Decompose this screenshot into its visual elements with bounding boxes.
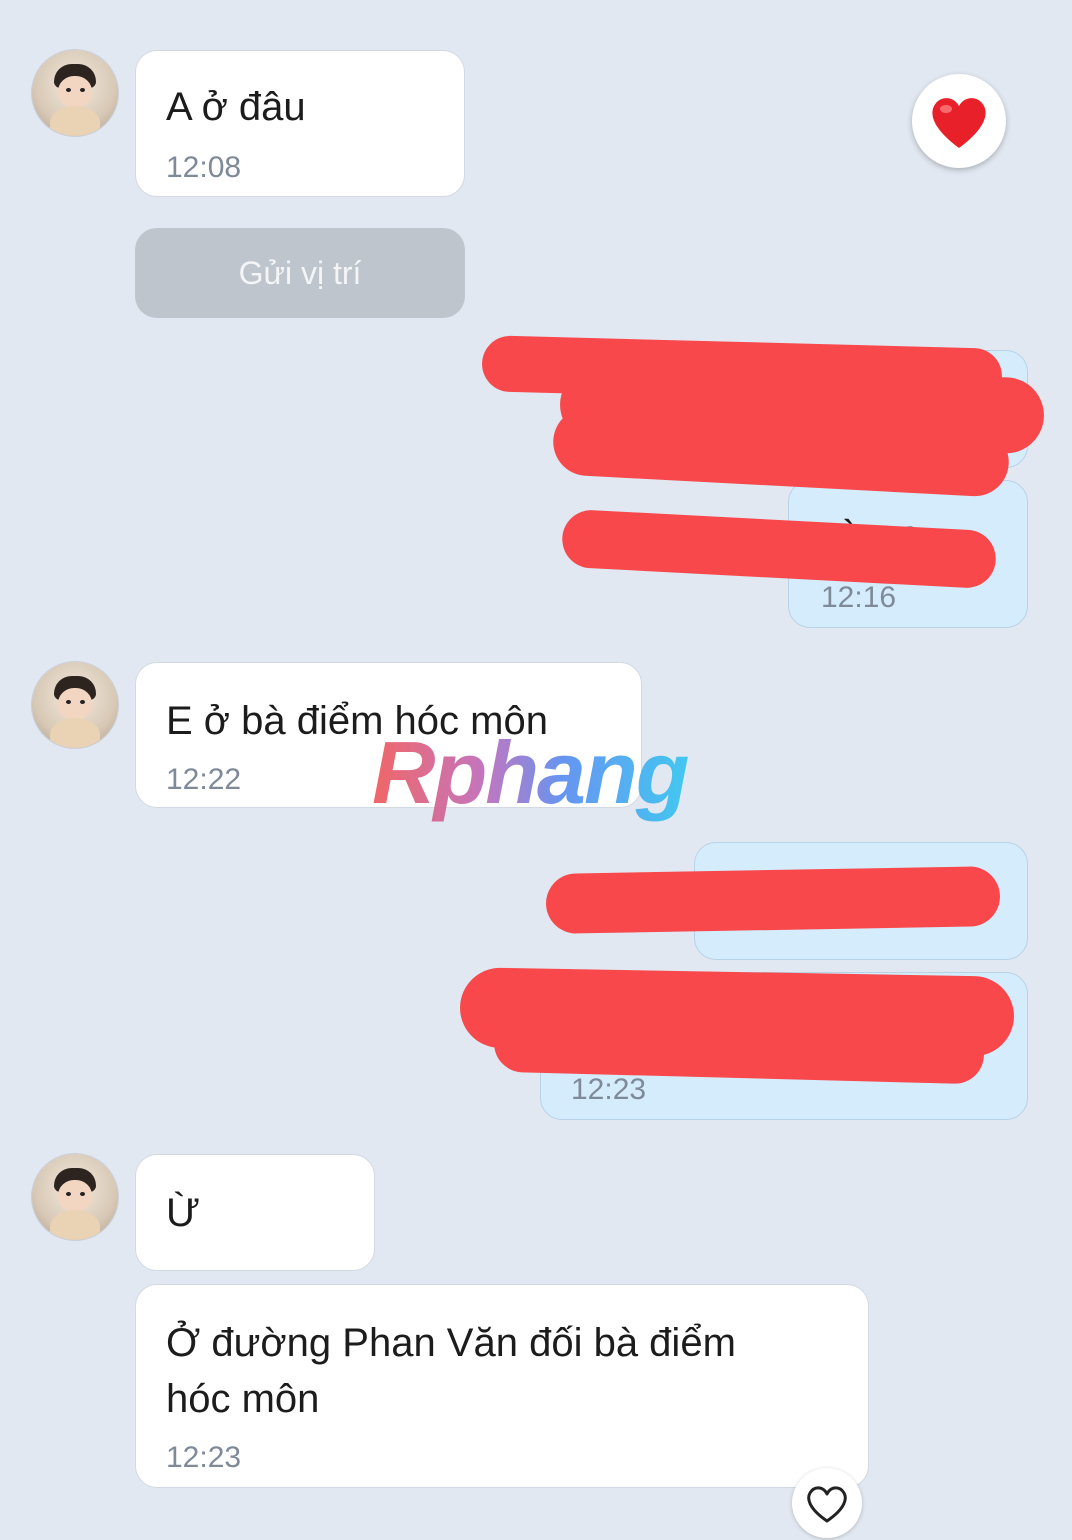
incoming-message[interactable]: Ở đường Phan Văn đối bà điểm hóc môn 12:… bbox=[135, 1284, 869, 1488]
incoming-message[interactable]: Ừ bbox=[135, 1154, 375, 1271]
redaction-mark bbox=[545, 866, 1001, 934]
send-location-button[interactable]: Gửi vị trí bbox=[135, 228, 465, 318]
message-time: 12:16 bbox=[821, 581, 897, 614]
message-time: 12:23 bbox=[166, 1441, 242, 1474]
message-time: 12:23 bbox=[571, 1073, 647, 1106]
chat-thread: A ở đâu 12:08 Gửi vị trí ờn e 12:16 E ở … bbox=[0, 0, 1072, 1540]
message-text: A ở đâu bbox=[166, 85, 306, 129]
contact-avatar[interactable] bbox=[32, 662, 118, 748]
heart-icon bbox=[932, 98, 986, 148]
message-text: Ừ bbox=[166, 1191, 201, 1235]
reaction-badge[interactable] bbox=[912, 74, 1006, 168]
message-time: 12:22 bbox=[166, 763, 242, 796]
message-text: Ở đường Phan Văn đối bà điểm hóc môn bbox=[166, 1321, 736, 1421]
incoming-message[interactable]: A ở đâu 12:08 bbox=[135, 50, 465, 197]
watermark: Rphang bbox=[372, 723, 690, 822]
react-button[interactable] bbox=[792, 1468, 862, 1538]
heart-outline-icon bbox=[807, 1486, 847, 1523]
message-time: 12:08 bbox=[166, 151, 242, 184]
contact-avatar[interactable] bbox=[32, 1154, 118, 1240]
contact-avatar[interactable] bbox=[32, 50, 118, 136]
